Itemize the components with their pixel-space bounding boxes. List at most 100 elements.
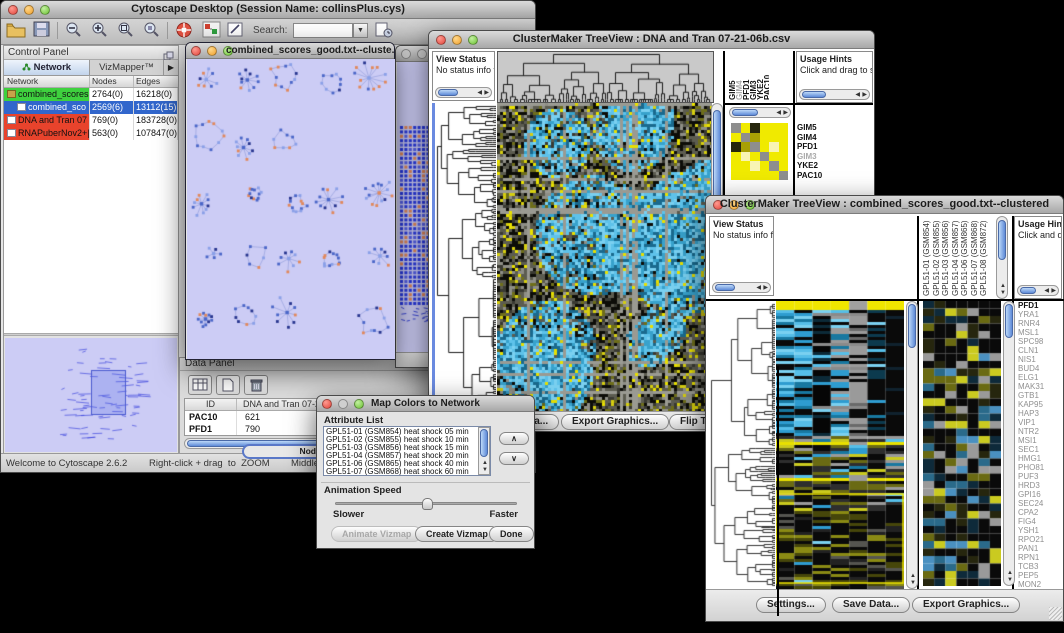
network-canvas[interactable] [187,59,395,359]
main-titlebar[interactable]: Cytoscape Desktop (Session Name: collins… [1,1,535,19]
tv2-row-dendrogram[interactable] [709,301,775,589]
zoom-fit-icon[interactable] [115,21,137,41]
attribute-list-item[interactable]: GPL51-07 (GSM868) heat shock 60 min [326,468,476,476]
tab-overflow-button[interactable]: ▶ [164,60,178,75]
search-options-icon[interactable] [373,21,395,41]
gene-label: HRD3 [1018,481,1063,490]
gene-label: TCB3 [1018,562,1063,571]
move-up-button[interactable]: ∧ [499,432,529,445]
faster-label: Faster [489,509,518,520]
mini-heatmap-cell [769,161,779,171]
tv2-collabels-vscrollbar[interactable]: ▲▼ [996,216,1008,299]
animate-vizmap-button[interactable]: Animate Vizmap [331,526,422,542]
mini-heatmap-cell [760,161,770,171]
file-icon [7,116,16,124]
network-row[interactable]: DNA and Tran 07769(0)183728(0) [4,114,178,127]
gene-label: PFD1 [1018,301,1063,310]
mini-heatmap-cell [741,142,751,152]
attribute-list-vscrollbar[interactable]: ▲▼ [478,427,490,475]
save-data-button[interactable]: Save Data... [832,597,910,613]
gene-label: CPA2 [1018,508,1063,517]
gene-label: SPC98 [1018,337,1063,346]
move-down-button[interactable]: ∨ [499,452,529,465]
network-window-titlebar[interactable]: combined_scores_good.txt--cluste... [186,43,394,59]
network-row[interactable]: combined_sco2569(6)13112(15) [4,101,178,114]
save-icon[interactable] [31,21,53,41]
settings-button[interactable]: Settings... [756,597,826,613]
network-table-header: Network Nodes Edges [4,76,178,88]
close-button[interactable] [191,46,201,56]
tv1-mini-hscrollbar[interactable]: ◀▶ [729,107,791,118]
network-row[interactable]: RNAPuberNov2+|563(0)107847(0) [4,127,178,140]
treeview1-titlebar[interactable]: ClusterMaker TreeView : DNA and Tran 07-… [429,31,874,49]
export-graphics-button[interactable]: Export Graphics... [912,597,1020,613]
create-vizmap-button[interactable]: Create Vizmap [415,526,499,542]
close-button[interactable] [401,49,411,59]
search-dropdown-button[interactable]: ▼ [353,23,368,38]
resize-grip[interactable] [1049,607,1062,620]
tab-vizmapper[interactable]: VizMapper™ [90,60,164,75]
mini-heatmap-cell [731,152,741,162]
tv1-gene-labels: GIM5GIM4PFD1GIM3YKE2PAC10 [797,123,867,180]
column-label: PAC10 [763,75,769,100]
dialog-titlebar[interactable]: Map Colors to Network [317,396,534,412]
tv1-usage-hints-panel: Usage Hints Click and drag to select ◀▶ [796,51,873,103]
tab-network[interactable]: Network [4,60,90,75]
network-row[interactable]: combined_scores2764(0)16218(0) [4,88,178,101]
tv1-column-dendrogram[interactable] [497,51,714,103]
minimize-button[interactable] [207,46,217,56]
tv1-heatmap[interactable] [497,103,712,413]
gene-label: YSH1 [1018,526,1063,535]
gene-label: YKE2 [797,161,867,171]
zoom-in-icon[interactable] [89,21,111,41]
gene-label: KAP95 [1018,400,1063,409]
column-label: GPL51-06 (GSM865) [960,220,969,296]
tv2-gene-heatmap[interactable] [923,301,1001,586]
tv2-heatmap[interactable] [776,301,904,589]
mini-heatmap-cell [760,123,770,133]
column-label: GPL51-02 (GSM855) [932,220,941,296]
column-label: GPL51-03 (GSM856) [941,220,950,296]
mini-heatmap-cell [731,171,741,181]
zoom-out-icon[interactable] [63,21,85,41]
search-input[interactable] [293,23,353,38]
tv1-mini-heatmap[interactable] [731,123,788,180]
tv1-view-status-panel: View Status No status info for this view… [432,51,495,101]
tv1-row-dendrogram[interactable] [435,103,496,413]
open-file-icon[interactable] [5,21,27,41]
tv1-usage-scrollbar[interactable]: ◀▶ [799,89,870,100]
minimize-button[interactable] [417,49,427,59]
attribute-table-icon[interactable] [188,375,212,395]
usage-hints-title: Usage Hints [1015,217,1061,230]
done-button[interactable]: Done [489,526,534,542]
tv2-status-scrollbar[interactable]: ◀▶ [712,282,771,293]
mini-heatmap-cell [750,161,760,171]
mini-heatmap-cell [750,133,760,143]
dialog-title: Map Colors to Network [317,398,534,409]
tv2-usage-scrollbar[interactable]: ◀▶ [1017,285,1059,296]
tv2-column-labels: GPL51-01 (GSM854)GPL51-02 (GSM855)GPL51-… [919,216,993,299]
zoom-selected-icon[interactable] [141,21,163,41]
birdseye-view[interactable] [5,338,177,452]
mini-heatmap-cell [779,133,789,143]
help-lifering-icon[interactable] [173,21,195,41]
tv1-status-scrollbar[interactable]: ◀▶ [435,87,492,98]
tv2-genelist-vscrollbar[interactable]: ▲▼ [1003,301,1015,586]
new-attribute-icon[interactable] [216,375,240,395]
animation-speed-slider[interactable] [335,502,517,505]
network-window-title: combined_scores_good.txt--cluste... [226,45,394,56]
vizmapper-nodes-icon[interactable] [201,21,223,41]
export-graphics-button[interactable]: Export Graphics... [561,414,669,430]
tv2-usage-hints-panel: Usage Hints Click and drag to select ◀▶ [1014,216,1062,299]
gene-label: PUF3 [1018,472,1063,481]
tv2-heatmap-vscrollbar[interactable]: ▲▼ [906,301,918,589]
annotation-icon[interactable] [225,21,247,41]
gene-label: ELG1 [1018,373,1063,382]
mini-heatmap-cell [731,133,741,143]
treeview2-titlebar[interactable]: ClusterMaker TreeView : combined_scores_… [706,196,1063,214]
network-view-window: combined_scores_good.txt--cluste... [185,42,395,360]
attribute-listbox[interactable]: GPL51-01 (GSM854) heat shock 05 minGPL51… [323,426,491,476]
delete-attribute-icon[interactable] [244,375,268,395]
mini-heatmap-cell [769,142,779,152]
slider-thumb[interactable] [422,498,433,510]
